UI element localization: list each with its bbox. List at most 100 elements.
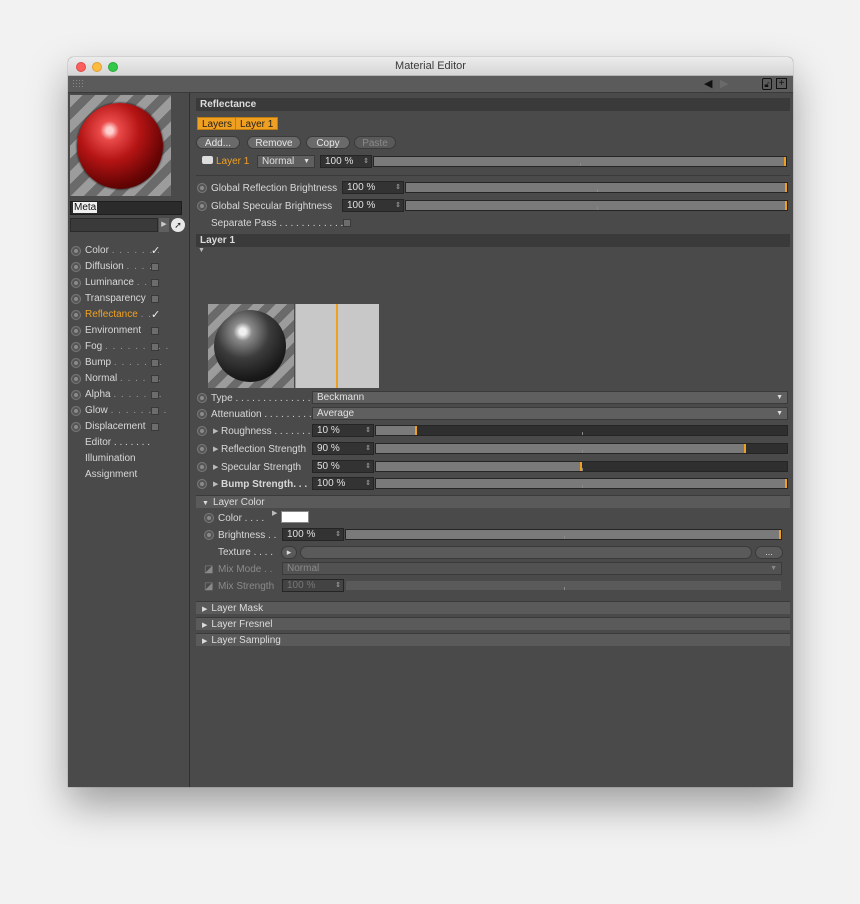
animate-radio-icon[interactable]: [71, 374, 81, 384]
texture-slot[interactable]: [300, 546, 752, 559]
channel-item-illumination[interactable]: Illumination: [68, 451, 190, 467]
copy-layer-button[interactable]: Copy: [306, 136, 350, 149]
play-arrow-icon[interactable]: ▶: [159, 218, 169, 232]
channel-checkbox[interactable]: [151, 407, 159, 415]
animate-radio-icon[interactable]: [71, 390, 81, 400]
mix-strength-animate-icon[interactable]: ◪: [204, 580, 213, 593]
texture-arrow-icon[interactable]: ▸: [281, 546, 297, 559]
animate-radio-icon[interactable]: [71, 278, 81, 288]
expand-arrow-icon[interactable]: ▶: [213, 427, 218, 435]
spinner-icon[interactable]: ⇕: [395, 182, 401, 193]
spinner-icon[interactable]: ⇕: [365, 478, 371, 489]
checkmark-icon[interactable]: ✓: [151, 310, 160, 321]
expand-arrow-icon[interactable]: ▶: [272, 509, 277, 517]
spinner-icon[interactable]: ⇕: [365, 461, 371, 472]
layer-blend-dropdown[interactable]: Normal ▼: [257, 155, 315, 168]
channel-item-bump[interactable]: Bump . . . . . . .: [68, 355, 190, 371]
mix-strength-field[interactable]: 100 % ⇕: [282, 579, 344, 592]
animate-radio-icon[interactable]: [71, 294, 81, 304]
channel-item-normal[interactable]: Normal . . . . . .: [68, 371, 190, 387]
channel-item-luminance[interactable]: Luminance . .: [68, 275, 190, 291]
layer-opacity-field[interactable]: 100 % ⇕: [320, 155, 372, 168]
channel-search-input[interactable]: [70, 218, 158, 232]
animate-radio-icon[interactable]: [197, 462, 207, 472]
spinner-icon[interactable]: ⇕: [335, 529, 341, 540]
expand-arrow-icon[interactable]: ▶: [213, 445, 218, 453]
layer-fresnel-header[interactable]: ▶ Layer Fresnel: [196, 617, 790, 630]
channel-item-color[interactable]: Color . . . . . . . ✓: [68, 243, 190, 259]
animate-radio-icon[interactable]: [71, 358, 81, 368]
expand-arrow-icon[interactable]: ▶: [213, 480, 218, 488]
remove-layer-button[interactable]: Remove: [247, 136, 301, 149]
channel-item-glow[interactable]: Glow . . . . . . . .: [68, 403, 190, 419]
channel-checkbox[interactable]: [151, 295, 159, 303]
tab-layer-1[interactable]: Layer 1: [235, 117, 279, 130]
brightness-slider[interactable]: [345, 529, 782, 540]
channel-item-displacement[interactable]: Displacement: [68, 419, 190, 435]
close-window-button[interactable]: [76, 62, 86, 72]
layer-row[interactable]: Layer 1 Normal ▼ 100 % ⇕: [202, 155, 790, 169]
animate-radio-icon[interactable]: [71, 406, 81, 416]
global-reflection-slider[interactable]: [405, 182, 788, 193]
reflection-strength-slider[interactable]: [375, 443, 788, 454]
global-reflection-field[interactable]: 100 % ⇕: [342, 181, 404, 194]
back-arrow-icon[interactable]: ◀: [704, 78, 712, 90]
channel-item-diffusion[interactable]: Diffusion . . . .: [68, 259, 190, 275]
add-layer-button[interactable]: Add...: [196, 136, 240, 149]
animate-radio-icon[interactable]: [71, 342, 81, 352]
brightness-field[interactable]: 100 % ⇕: [282, 528, 344, 541]
layer-opacity-slider[interactable]: [373, 156, 787, 167]
animate-radio-icon[interactable]: [71, 262, 81, 272]
forward-arrow-icon[interactable]: ▶: [720, 78, 728, 90]
animate-radio-icon[interactable]: [71, 422, 81, 432]
global-specular-field[interactable]: 100 % ⇕: [342, 199, 404, 212]
new-window-icon[interactable]: +: [776, 78, 787, 89]
mix-strength-slider[interactable]: [345, 580, 782, 591]
animate-radio-icon[interactable]: [197, 409, 207, 419]
spinner-icon[interactable]: ⇕: [335, 580, 341, 591]
spinner-icon[interactable]: ⇕: [395, 200, 401, 211]
grip-icon[interactable]: [72, 79, 83, 89]
global-specular-slider[interactable]: [405, 200, 788, 211]
material-name-field[interactable]: Meta: [70, 201, 182, 215]
spinner-icon[interactable]: ⇕: [365, 443, 371, 454]
spinner-icon[interactable]: ⇕: [363, 156, 369, 167]
specular-strength-slider[interactable]: [375, 461, 788, 472]
bump-strength-slider[interactable]: [375, 478, 788, 489]
animate-radio-icon[interactable]: [197, 183, 207, 193]
animate-radio-icon[interactable]: [71, 310, 81, 320]
animate-radio-icon[interactable]: [197, 201, 207, 211]
channel-item-editor[interactable]: Editor . . . . . . .: [68, 435, 190, 451]
animate-radio-icon[interactable]: [71, 246, 81, 256]
pointer-pick-icon[interactable]: ➚: [171, 218, 185, 232]
channel-item-alpha[interactable]: Alpha . . . . . . .: [68, 387, 190, 403]
animate-radio-icon[interactable]: [197, 393, 207, 403]
texture-browse-button[interactable]: ...: [755, 546, 783, 559]
mix-mode-dropdown[interactable]: Normal ▼: [282, 562, 782, 575]
animate-radio-icon[interactable]: [204, 530, 214, 540]
channel-checkbox[interactable]: [151, 279, 159, 287]
eye-icon[interactable]: [202, 156, 213, 164]
channel-checkbox[interactable]: [151, 359, 159, 367]
minimize-window-button[interactable]: [92, 62, 102, 72]
channel-item-reflectance[interactable]: Reflectance . . ✓: [68, 307, 190, 323]
bump-strength-field[interactable]: 100 % ⇕: [312, 477, 374, 490]
reflection-strength-field[interactable]: 90 % ⇕: [312, 442, 374, 455]
animate-radio-icon[interactable]: [197, 444, 207, 454]
tab-layers[interactable]: Layers: [197, 117, 238, 130]
roughness-slider[interactable]: [375, 425, 788, 436]
channel-checkbox[interactable]: [151, 375, 159, 383]
channel-item-transparency[interactable]: Transparency: [68, 291, 190, 307]
type-dropdown[interactable]: Beckmann ▼: [312, 391, 788, 404]
layer-mask-header[interactable]: ▶ Layer Mask: [196, 601, 790, 614]
animate-radio-icon[interactable]: [71, 326, 81, 336]
color-swatch[interactable]: [281, 511, 309, 523]
channel-item-assignment[interactable]: Assignment: [68, 467, 190, 483]
layer-color-header[interactable]: ▼ Layer Color: [196, 495, 790, 508]
spinner-icon[interactable]: ⇕: [365, 425, 371, 436]
paste-layer-button[interactable]: Paste: [354, 136, 396, 149]
channel-checkbox[interactable]: [151, 343, 159, 351]
expand-arrow-icon[interactable]: ▶: [213, 463, 218, 471]
channel-item-fog[interactable]: Fog . . . . . . . . .: [68, 339, 190, 355]
maximize-window-button[interactable]: [108, 62, 118, 72]
